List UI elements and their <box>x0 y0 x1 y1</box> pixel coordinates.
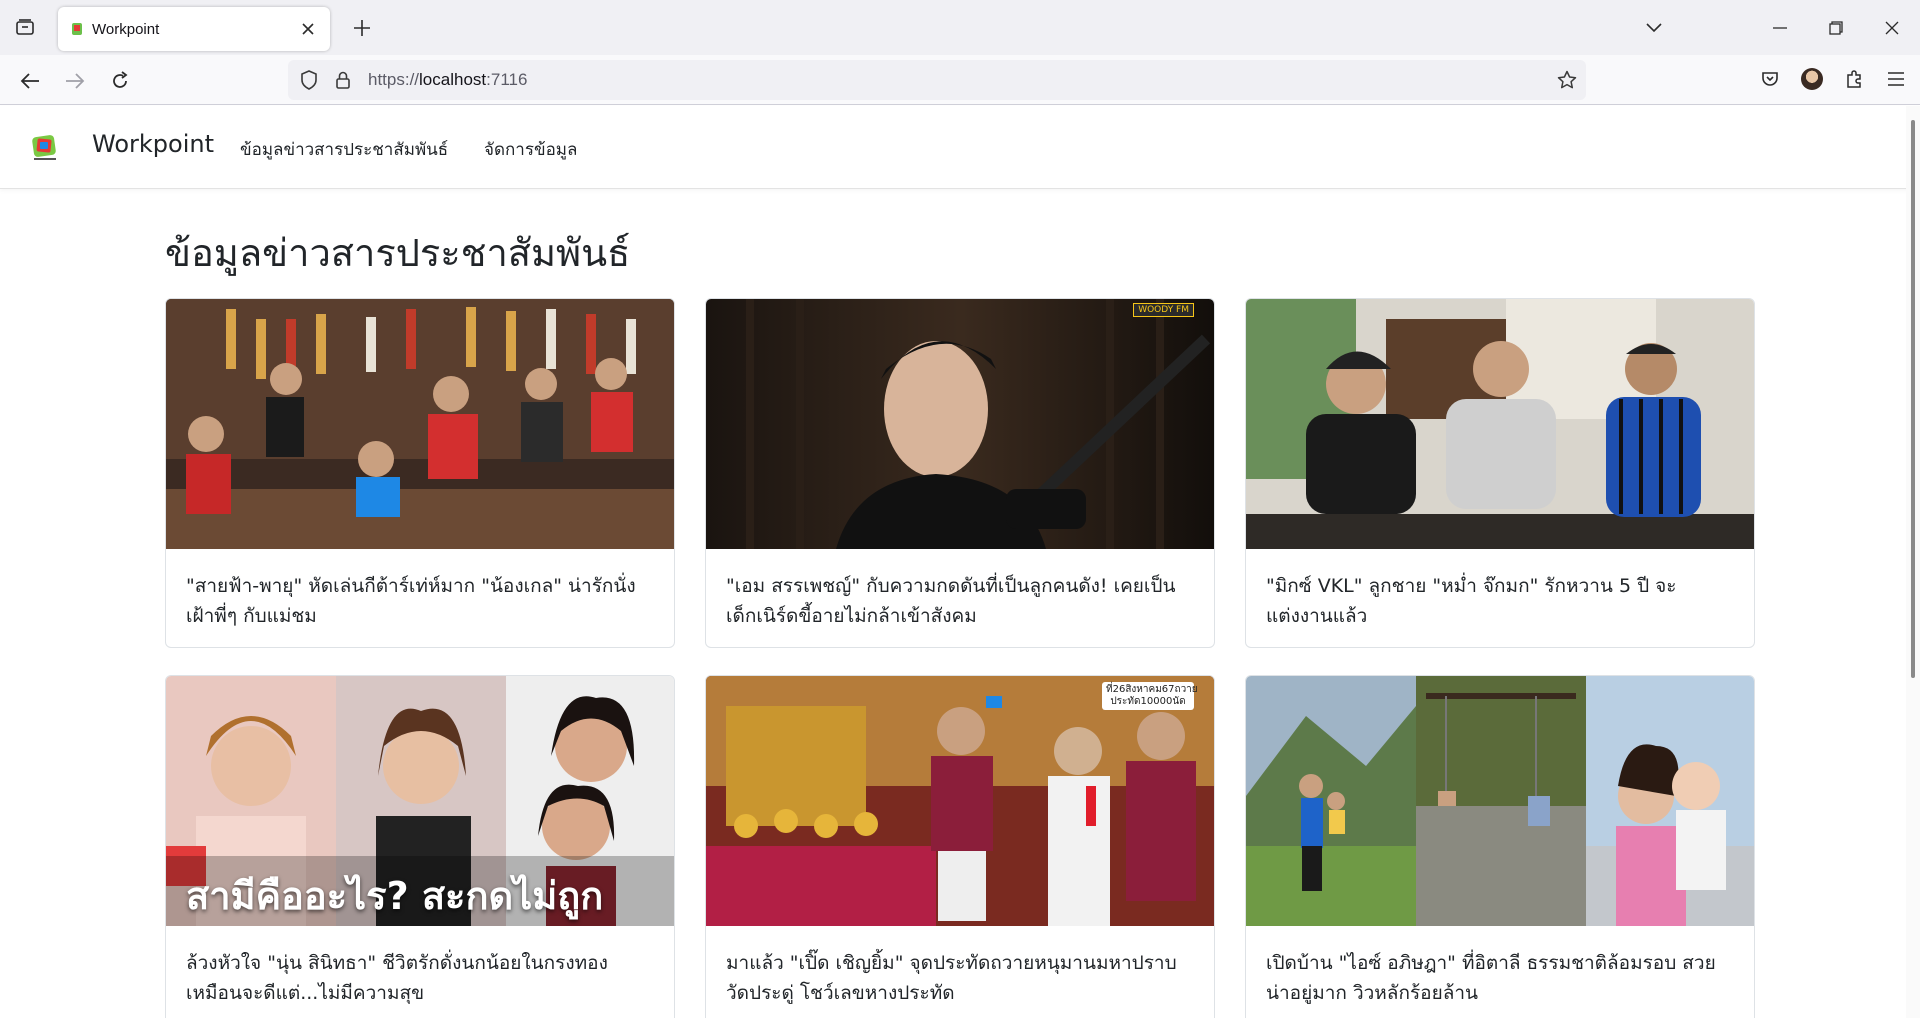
news-card-image[interactable] <box>1246 299 1754 549</box>
news-card-body: เปิดบ้าน "ไอซ์ อภิษฎา" ที่อิตาลี ธรรมชาต… <box>1246 926 1754 1018</box>
news-card-title[interactable]: "เอม สรรเพชญ์" กับความกดดันที่เป็นลูกคนด… <box>726 571 1194 631</box>
news-card-image[interactable]: WOODY FM <box>706 299 1214 549</box>
nav-link-news[interactable]: ข้อมูลข่าวสารประชาสัมพันธ์ <box>240 136 448 163</box>
nav-link-manage-data[interactable]: จัดการข้อมูล <box>484 136 577 163</box>
close-window-icon[interactable] <box>1864 0 1920 55</box>
image-badge: WOODY FM <box>1133 303 1194 317</box>
page-scrollbar[interactable] <box>1906 106 1920 1018</box>
news-card-body: "เอม สรรเพชญ์" กับความกดดันที่เป็นลูกคนด… <box>706 549 1214 647</box>
extensions-puzzle-icon[interactable] <box>1840 65 1868 93</box>
back-arrow-icon[interactable] <box>15 66 45 96</box>
url-scheme: https:// <box>368 70 420 89</box>
url-text[interactable]: https://localhost:7116 <box>368 70 527 90</box>
tab-overflow-chevron-down-icon[interactable] <box>1626 0 1682 55</box>
news-card-body: "สายฟ้า-พายุ" หัดเล่นกีต้าร์เท่ห์มาก "น้… <box>166 549 674 647</box>
workpoint-logo-icon[interactable] <box>31 133 59 163</box>
news-card[interactable]: เปิดบ้าน "ไอซ์ อภิษฎา" ที่อิตาลี ธรรมชาต… <box>1245 675 1755 1018</box>
image-badge: ที่26สิงหาคม67ถวาย ประทัด10000นัด <box>1102 682 1198 710</box>
lock-icon[interactable] <box>332 69 354 91</box>
tab-title: Workpoint <box>92 20 160 38</box>
window-controls <box>1626 0 1920 55</box>
scrollbar-thumb[interactable] <box>1911 120 1915 678</box>
news-card[interactable]: WOODY FM "เอม สรรเพชญ์" กับความกดดันที่เ… <box>705 298 1215 648</box>
news-card-image[interactable]: สามีคืออะไร? สะกดไม่ถูก <box>166 676 674 926</box>
address-bar[interactable]: https://localhost:7116 <box>288 60 1586 100</box>
forward-arrow-icon[interactable] <box>60 66 90 96</box>
page-title: ข้อมูลข่าวสารประชาสัมพันธ์ <box>165 231 631 275</box>
new-tab-icon[interactable] <box>348 14 376 42</box>
close-tab-icon[interactable] <box>298 19 318 39</box>
news-card[interactable]: ที่26สิงหาคม67ถวาย ประทัด10000นัด มาแล้ว… <box>705 675 1215 1018</box>
url-host: localhost <box>419 70 487 89</box>
news-card-title[interactable]: ล้วงหัวใจ "นุ่น สินิทธา" ชีวิตรักดั่งนกน… <box>186 948 654 1008</box>
site-navbar: Workpoint ข้อมูลข่าวสารประชาสัมพันธ์ จัด… <box>0 106 1920 189</box>
restore-icon[interactable] <box>1808 0 1864 55</box>
reload-icon[interactable] <box>105 66 135 96</box>
news-card-image[interactable]: ที่26สิงหาคม67ถวาย ประทัด10000นัด <box>706 676 1214 926</box>
news-card-title[interactable]: "สายฟ้า-พายุ" หัดเล่นกีต้าร์เท่ห์มาก "น้… <box>186 571 654 631</box>
news-card[interactable]: "มิกซ์ VKL" ลูกชาย "หม่ำ จ๊กมก" รักหวาน … <box>1245 298 1755 648</box>
news-card-body: ล้วงหัวใจ "นุ่น สินิทธา" ชีวิตรักดั่งนกน… <box>166 926 674 1018</box>
browser-tab-bar: Workpoint <box>0 0 1920 55</box>
toolbar-right <box>1756 65 1910 93</box>
news-card-title[interactable]: "มิกซ์ VKL" ลูกชาย "หม่ำ จ๊กมก" รักหวาน … <box>1266 571 1734 631</box>
minimize-icon[interactable] <box>1752 0 1808 55</box>
news-card[interactable]: "สายฟ้า-พายุ" หัดเล่นกีต้าร์เท่ห์มาก "น้… <box>165 298 675 648</box>
workpoint-favicon-icon <box>70 22 84 36</box>
image-overlay-text: สามีคืออะไร? สะกดไม่ถูก <box>186 874 604 918</box>
menu-hamburger-icon[interactable] <box>1882 65 1910 93</box>
pocket-icon[interactable] <box>1756 65 1784 93</box>
news-card[interactable]: สามีคืออะไร? สะกดไม่ถูก ล้วงหัวใจ "นุ่น … <box>165 675 675 1018</box>
tab-list-icon[interactable] <box>12 14 38 40</box>
news-card-title[interactable]: มาแล้ว "เปิ๊ด เชิญยิ้ม" จุดประทัดถวายหนุ… <box>726 948 1194 1008</box>
account-avatar-icon[interactable] <box>1798 65 1826 93</box>
brand-name-link[interactable]: Workpoint <box>92 130 214 158</box>
bookmark-star-icon[interactable] <box>1556 69 1578 91</box>
browser-tab[interactable]: Workpoint <box>58 7 330 51</box>
shield-icon[interactable] <box>298 69 320 91</box>
news-card-body: "มิกซ์ VKL" ลูกชาย "หม่ำ จ๊กมก" รักหวาน … <box>1246 549 1754 647</box>
news-card-image[interactable] <box>166 299 674 549</box>
news-card-title[interactable]: เปิดบ้าน "ไอซ์ อภิษฎา" ที่อิตาลี ธรรมชาต… <box>1266 948 1734 1008</box>
news-card-body: มาแล้ว "เปิ๊ด เชิญยิ้ม" จุดประทัดถวายหนุ… <box>706 926 1214 1018</box>
news-card-image[interactable] <box>1246 676 1754 926</box>
url-port: :7116 <box>486 70 528 89</box>
browser-nav-bar: https://localhost:7116 <box>0 55 1920 105</box>
